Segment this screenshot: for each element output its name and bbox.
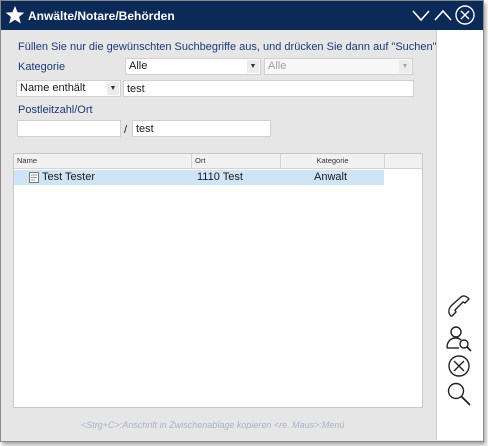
- dropdown-arrow-icon: ▼: [399, 60, 411, 73]
- postleitzahl-input[interactable]: [17, 120, 121, 137]
- dropdown-arrow-icon: ▼: [247, 60, 259, 73]
- column-header-filler: [385, 154, 422, 168]
- star-icon: [5, 6, 25, 24]
- kategorie-select-value: Alle: [129, 60, 148, 72]
- ort-input[interactable]: [132, 120, 271, 137]
- instruction-text: Füllen Sie nur die gewünschten Suchbegri…: [18, 41, 440, 53]
- results-table[interactable]: Name Ort Kategorie Test Tester 1110 Test…: [13, 153, 423, 408]
- table-header: Name Ort Kategorie: [14, 154, 422, 169]
- plz-ort-label: Postleitzahl/Ort: [18, 104, 93, 116]
- close-circle-icon[interactable]: [454, 4, 476, 26]
- name-filter-mode-select[interactable]: Name enthält ▼: [16, 80, 121, 97]
- column-header-kategorie[interactable]: Kategorie: [281, 154, 385, 168]
- cell-ort: 1110 Test: [197, 171, 243, 183]
- table-row[interactable]: Test Tester 1110 Test Anwalt: [14, 170, 384, 185]
- cancel-circle-icon[interactable]: [445, 352, 473, 380]
- search-dialog-window: Anwälte/Notare/Behörden Füllen Sie nur d…: [0, 0, 484, 442]
- search-icon[interactable]: [445, 380, 473, 408]
- person-search-icon[interactable]: [445, 324, 473, 352]
- cell-name: Test Tester: [42, 171, 95, 183]
- kategorie-sub-select-value: Alle: [268, 60, 287, 72]
- action-sidebar: [436, 30, 483, 440]
- document-icon: [29, 172, 39, 183]
- kategorie-label: Kategorie: [18, 61, 66, 73]
- kategorie-sub-select[interactable]: Alle ▼: [264, 58, 413, 75]
- cell-kategorie: Anwalt: [314, 171, 348, 183]
- phone-icon[interactable]: [445, 294, 473, 322]
- chevron-down-icon[interactable]: [410, 4, 432, 26]
- chevron-up-icon[interactable]: [432, 4, 454, 26]
- column-header-name[interactable]: Name: [14, 154, 192, 168]
- column-header-ort[interactable]: Ort: [192, 154, 281, 168]
- window-title: Anwälte/Notare/Behörden: [28, 9, 175, 23]
- status-hint: <Strg+C>:Anschrift in Zwischenablage kop…: [81, 420, 345, 430]
- kategorie-select[interactable]: Alle ▼: [125, 58, 261, 75]
- name-filter-mode-value: Name enthält: [20, 82, 86, 94]
- dropdown-arrow-icon: ▼: [107, 82, 119, 95]
- name-search-input[interactable]: [123, 80, 414, 97]
- plz-ort-separator: /: [124, 124, 128, 136]
- title-bar[interactable]: Anwälte/Notare/Behörden: [1, 1, 483, 30]
